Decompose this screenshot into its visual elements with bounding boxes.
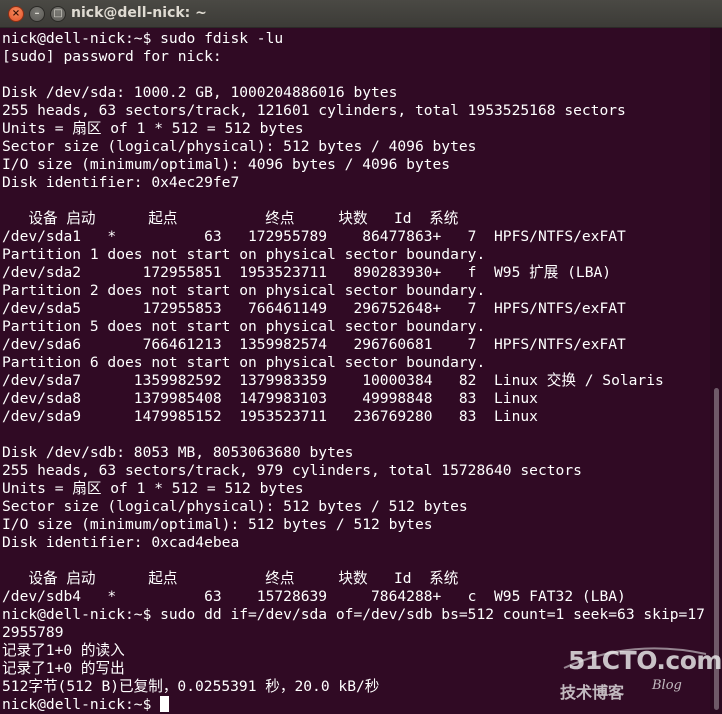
close-button[interactable]: × bbox=[8, 6, 24, 22]
terminal-line: 设备 启动 起点 终点 块数 Id 系统 bbox=[2, 570, 459, 587]
terminal-line: 2955789 bbox=[2, 624, 64, 641]
minimize-icon: – bbox=[34, 8, 40, 19]
watermark-blog: Blog bbox=[652, 678, 682, 693]
maximize-button[interactable]: □ bbox=[50, 6, 66, 22]
terminal-line: nick@dell-nick:~$ sudo fdisk -lu bbox=[2, 30, 284, 47]
watermark-subtitle: 技术博客 bbox=[560, 683, 625, 702]
terminal-line: I/O size (minimum/optimal): 4096 bytes /… bbox=[2, 156, 451, 173]
terminal-line: Disk /dev/sda: 1000.2 GB, 1000204886016 … bbox=[2, 84, 398, 101]
watermark: 51CTO.com 技术博客 Blog bbox=[558, 646, 722, 704]
terminal-line: Disk identifier: 0xcad4ebea bbox=[2, 534, 240, 551]
terminal-line: [sudo] password for nick: bbox=[2, 48, 222, 65]
terminal-window: × – □ nick@dell-nick: ~ nick@dell-nick:~… bbox=[0, 0, 722, 714]
terminal-line: /dev/sda7 1359982592 1379983359 10000384… bbox=[2, 372, 664, 389]
terminal-line: 255 heads, 63 sectors/track, 121601 cyli… bbox=[2, 102, 626, 119]
maximize-icon: □ bbox=[53, 8, 63, 19]
terminal-line: Units = 扇区 of 1 * 512 = 512 bytes bbox=[2, 480, 304, 497]
terminal-output[interactable]: nick@dell-nick:~$ sudo fdisk -lu [sudo] p… bbox=[0, 28, 710, 714]
terminal-line: Disk /dev/sdb: 8053 MB, 8053063680 bytes bbox=[2, 444, 354, 461]
terminal-line: Partition 6 does not start on physical s… bbox=[2, 354, 486, 371]
terminal-line: Partition 2 does not start on physical s… bbox=[2, 282, 486, 299]
terminal-line: /dev/sda5 172955853 766461149 296752648+… bbox=[2, 300, 626, 317]
terminal-line: nick@dell-nick:~$ sudo dd if=/dev/sda of… bbox=[2, 606, 705, 623]
terminal-cursor bbox=[160, 696, 170, 712]
scrollbar[interactable] bbox=[710, 28, 722, 714]
terminal-line: Sector size (logical/physical): 512 byte… bbox=[2, 498, 468, 515]
terminal-line: Units = 扇区 of 1 * 512 = 512 bytes bbox=[2, 120, 304, 137]
terminal-line: /dev/sda6 766461213 1359982574 296760681… bbox=[2, 336, 626, 353]
terminal-line: 255 heads, 63 sectors/track, 979 cylinde… bbox=[2, 462, 582, 479]
terminal-line: /dev/sda8 1379985408 1479983103 49998848… bbox=[2, 390, 538, 407]
terminal-line: /dev/sda9 1479985152 1953523711 23676928… bbox=[2, 408, 538, 425]
minimize-button[interactable]: – bbox=[29, 6, 45, 22]
title-bar[interactable]: × – □ nick@dell-nick: ~ bbox=[0, 0, 722, 28]
terminal-line: Partition 5 does not start on physical s… bbox=[2, 318, 486, 335]
terminal-line: /dev/sda1 * 63 172955789 86477863+ 7 HPF… bbox=[2, 228, 626, 245]
window-title: nick@dell-nick: ~ bbox=[71, 5, 207, 21]
terminal-line: /dev/sdb4 * 63 15728639 7864288+ c W95 F… bbox=[2, 588, 626, 605]
terminal-line: 设备 启动 起点 终点 块数 Id 系统 bbox=[2, 210, 459, 227]
close-icon: × bbox=[11, 8, 21, 19]
terminal-line: Sector size (logical/physical): 512 byte… bbox=[2, 138, 477, 155]
terminal-line: Disk identifier: 0x4ec29fe7 bbox=[2, 174, 240, 191]
terminal-line: I/O size (minimum/optimal): 512 bytes / … bbox=[2, 516, 433, 533]
terminal-line: Partition 1 does not start on physical s… bbox=[2, 246, 486, 263]
watermark-logo: 51CTO.com bbox=[568, 646, 722, 675]
terminal-line: /dev/sda2 172955851 1953523711 890283930… bbox=[2, 264, 612, 281]
